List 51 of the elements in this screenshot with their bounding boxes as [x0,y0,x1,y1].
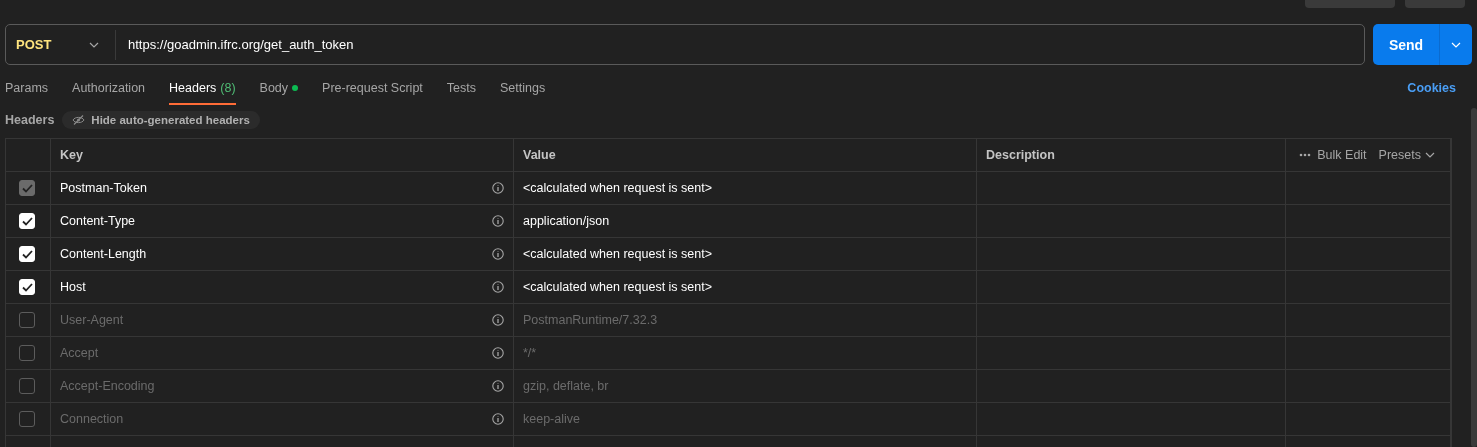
header-key: User-Agent [60,313,492,327]
method-select[interactable]: POST [6,29,116,60]
tab-count: (8) [220,81,236,97]
header-value: PostmanRuntime/7.32.3 [523,313,659,327]
header-key: Content-Type [60,214,492,228]
checkbox[interactable] [19,312,35,328]
info-icon[interactable] [492,413,504,425]
tab[interactable]: Settings [500,75,546,105]
header-key: Host [60,280,492,294]
info-icon[interactable] [492,380,504,392]
header-value: <calculated when request is sent> [523,280,713,294]
info-icon[interactable] [492,281,504,293]
tab[interactable]: Body [259,75,299,105]
presets-button[interactable]: Presets [1372,148,1441,162]
tab[interactable]: Headers (8) [169,75,236,105]
header-value: keep-alive [523,412,581,426]
info-icon[interactable] [492,314,504,326]
bulk-edit-button[interactable]: Bulk Edit [1311,148,1373,162]
column-header: Value [523,148,556,162]
more-icon[interactable] [1299,153,1312,157]
header-value: gzip, deflate, br [523,379,610,393]
hide-headers-toggle[interactable]: Hide auto-generated headers [62,111,260,129]
header-key: Accept-Encoding [60,379,492,393]
header-key: Postman-Token [60,181,492,195]
chevron-down-icon [1451,41,1461,48]
checkbox[interactable] [19,378,35,394]
header-key: Accept [60,346,492,360]
info-icon[interactable] [492,182,504,194]
headers-title: Headers [5,113,55,127]
eye-slash-icon [72,115,86,125]
header-value: application/json [523,214,611,228]
info-icon[interactable] [492,248,504,260]
tab[interactable]: Params [5,75,49,105]
header-value: */* [523,346,538,360]
chevron-down-icon [1425,152,1435,158]
header-key: Content-Length [60,247,492,261]
checkbox[interactable] [19,345,35,361]
info-icon[interactable] [492,347,504,359]
header-key: Connection [60,412,492,426]
url-input[interactable]: https://goadmin.ifrc.org/get_auth_token [116,37,354,52]
column-header: Description [986,148,1055,162]
header-value: <calculated when request is sent> [523,247,713,261]
tab[interactable]: Tests [446,75,476,105]
chevron-down-icon [89,41,99,48]
tab[interactable]: Pre-request Script [322,75,423,105]
header-value: <calculated when request is sent> [523,181,713,195]
column-header: Key [60,148,83,162]
checkbox[interactable] [19,411,35,427]
info-icon[interactable] [492,215,504,227]
cookies-link[interactable]: Cookies [1407,81,1456,95]
tab[interactable]: Authorization [72,75,146,105]
